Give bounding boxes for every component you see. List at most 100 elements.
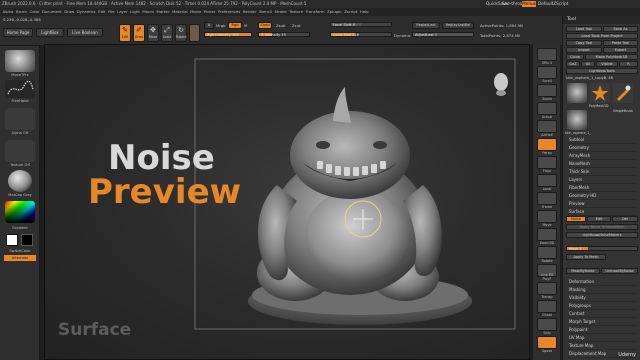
menu-edit[interactable]: Edit: [98, 8, 105, 16]
texture-icon[interactable]: [5, 140, 35, 162]
tool-section-texture-map[interactable]: Texture Map: [567, 342, 637, 350]
clone-button[interactable]: Clone: [566, 54, 584, 60]
right-shelf-move-button[interactable]: Move: [537, 210, 557, 227]
a-mode-button[interactable]: A: [204, 22, 214, 29]
zsub-button[interactable]: Zsub: [276, 23, 285, 28]
noise-del-button[interactable]: Del: [612, 216, 638, 222]
menu-stroke[interactable]: Stroke: [274, 8, 286, 16]
apply-to-mesh-button[interactable]: Apply To Mesh: [566, 254, 606, 260]
make-polymesh-button[interactable]: Make PolyMesh3D: [585, 54, 638, 60]
color-picker-icon[interactable]: [5, 201, 35, 223]
menu-movie[interactable]: Movie: [190, 8, 201, 16]
alternate-button[interactable]: Alternate: [4, 255, 36, 261]
right-shelf-scroll-button[interactable]: Scroll: [537, 66, 557, 83]
menu-preferences[interactable]: Preferences: [218, 8, 240, 16]
tool-section-uv-map[interactable]: UV Map: [567, 334, 637, 342]
default-zscript-button[interactable]: DefaultZScript: [538, 1, 568, 7]
replay-last-rel-button[interactable]: ReplayLastRel: [442, 22, 474, 29]
right-shelf-line-fill-polyf-button[interactable]: Line Fill PolyF: [537, 264, 557, 281]
edit-button[interactable]: ✎ Edit: [119, 24, 131, 42]
tool-section-geometry-hd[interactable]: Geometry HD: [567, 192, 637, 200]
right-shelf-solo-button[interactable]: Solo: [537, 318, 557, 335]
tool-section-polygroups[interactable]: Polygroups: [567, 302, 637, 310]
menus-toggle[interactable]: Menus: [522, 1, 536, 7]
tool-section-geometry[interactable]: Geometry: [567, 144, 637, 152]
lightbox-button[interactable]: LightBox: [36, 28, 64, 37]
tool-section-fibermesh[interactable]: FiberMesh: [567, 184, 637, 192]
tool-thumb-1[interactable]: [567, 83, 587, 103]
tool-section-layers[interactable]: Layers: [567, 176, 637, 184]
menu-document[interactable]: Document: [42, 8, 62, 16]
focal-shift-slider[interactable]: Focal Shift 0: [330, 22, 392, 27]
switch-color-button[interactable]: SwitchColor: [2, 249, 38, 253]
tool-section-preview[interactable]: Preview: [567, 200, 637, 208]
goz-all-button[interactable]: All: [581, 61, 595, 67]
menu-zplugin[interactable]: Zplugin: [327, 8, 341, 16]
goz-visible-button[interactable]: Visible: [596, 61, 618, 67]
apply-noise-nanomesh-button[interactable]: Apply Noise To NanoMesh: [566, 224, 638, 230]
rgb-intensity-slider[interactable]: Rgb Intensity 100: [204, 32, 252, 37]
draw-size-slider[interactable]: Draw Size 116: [330, 32, 392, 37]
rotate-button[interactable]: ↻ Rotate: [175, 24, 187, 42]
tool-section-arraymesh[interactable]: ArrayMesh: [567, 152, 637, 160]
right-shelf-local-button[interactable]: Local: [537, 174, 557, 191]
tool-section-subtool[interactable]: Subtool: [567, 136, 637, 144]
move-button[interactable]: ✥ Move: [147, 24, 159, 42]
dynamic-toggle[interactable]: Dynamic: [394, 33, 411, 38]
goz-button[interactable]: GoZ: [566, 61, 580, 67]
menu-dynamics[interactable]: Dynamics: [77, 8, 96, 16]
mask-by-noise-button[interactable]: MaskByNoise: [566, 268, 600, 274]
menu-texture[interactable]: Texture: [289, 8, 303, 16]
live-boolean-button[interactable]: Live Boolean: [67, 28, 103, 37]
zcut-button[interactable]: Zcut: [292, 23, 301, 28]
right-shelf-ghost-button[interactable]: Ghost: [537, 300, 557, 317]
right-shelf-xpose-button[interactable]: Xpose: [537, 336, 557, 353]
save-as-button[interactable]: Save As: [603, 26, 638, 32]
right-shelf-actual-button[interactable]: Actual: [537, 102, 557, 119]
tool-section-visibility[interactable]: Visibility: [567, 294, 637, 302]
right-shelf-floor-button[interactable]: Floor: [537, 156, 557, 173]
adjust-last-slider[interactable]: AdjustLast 1: [412, 32, 474, 37]
right-shelf-rotate-button[interactable]: Rotate: [537, 246, 557, 263]
goz-r-button[interactable]: R: [619, 61, 638, 67]
lightbox-noisemakers-button[interactable]: Lightbox▸NoiseMakers: [566, 232, 638, 238]
load-tool-button[interactable]: Load Tool: [566, 26, 602, 32]
material-icon[interactable]: [8, 170, 32, 192]
right-shelf-zoom3d-button[interactable]: Zoom3D: [537, 228, 557, 245]
stroke-icon[interactable]: [5, 80, 35, 98]
tool-section-surface[interactable]: Surface: [567, 208, 637, 216]
tool-section-contact[interactable]: Contact: [567, 310, 637, 318]
tool-section-thick-skin[interactable]: Thick Skin: [567, 168, 637, 176]
brush-icon[interactable]: [5, 50, 35, 72]
scale-button[interactable]: ⤢ Scale: [161, 24, 173, 42]
menu-file[interactable]: File: [108, 8, 114, 16]
menu-picker[interactable]: Picker: [204, 8, 215, 16]
menu-draw[interactable]: Draw: [64, 8, 74, 16]
noise-edit-button[interactable]: Edit: [587, 216, 611, 222]
mrgb-button[interactable]: Mrgb: [216, 23, 226, 28]
export-button[interactable]: Export: [603, 47, 638, 53]
paste-tool-button[interactable]: Paste Tool: [603, 40, 638, 46]
replay-last-button[interactable]: ReplayLast: [412, 22, 440, 29]
rgb-button[interactable]: Rgb: [228, 22, 242, 29]
tool-section-morph-target[interactable]: Morph Target: [567, 318, 637, 326]
z-intensity-slider[interactable]: Z Intensity 25: [258, 32, 310, 37]
menu-transform[interactable]: Transform: [306, 8, 325, 16]
right-shelf-zoom-button[interactable]: Zoom: [537, 84, 557, 101]
tool-thumb-4[interactable]: [567, 110, 587, 130]
m-button[interactable]: M: [244, 23, 247, 28]
tool-thumb-2[interactable]: [590, 83, 610, 103]
load-tools-from-project-button[interactable]: Load Tools From Project: [566, 33, 638, 39]
noise-button[interactable]: Noise: [566, 216, 586, 222]
menu-brush[interactable]: Brush: [16, 8, 27, 16]
material-swatch[interactable]: [189, 24, 200, 42]
right-shelf-persp-button[interactable]: Persp: [537, 138, 557, 155]
mask-slider[interactable]: Mask 1: [566, 246, 638, 251]
right-shelf-frame-button[interactable]: Frame: [537, 192, 557, 209]
tool-thumb-3[interactable]: [613, 83, 633, 103]
draw-button[interactable]: ✐ Draw: [133, 24, 145, 42]
menu-light[interactable]: Light: [130, 8, 139, 16]
menu-zscript[interactable]: Zscript: [344, 8, 357, 16]
import-button[interactable]: Import: [566, 47, 602, 53]
tool-section-polypaint[interactable]: Polypaint: [567, 326, 637, 334]
